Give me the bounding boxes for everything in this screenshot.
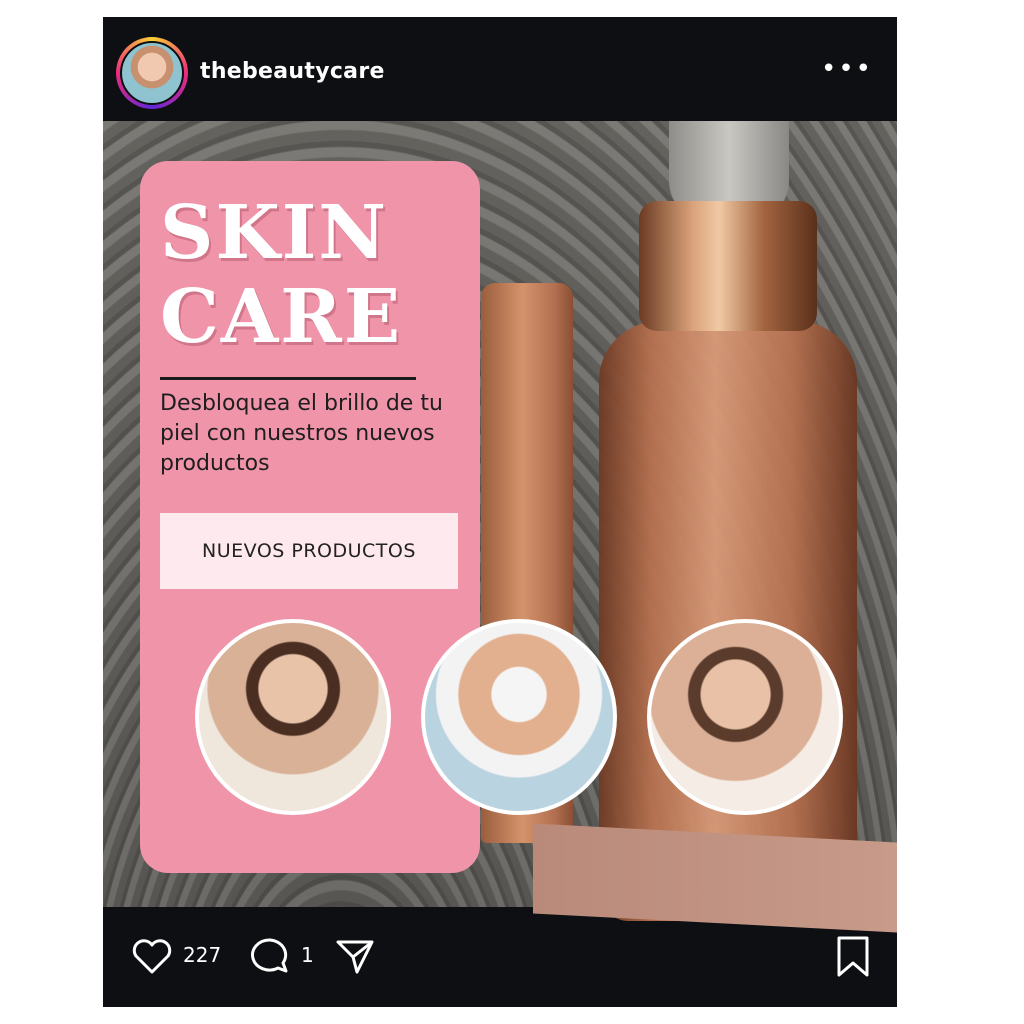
divider xyxy=(160,377,416,380)
headline: SKIN CARE xyxy=(160,190,403,360)
more-horizontal-icon[interactable]: ••• xyxy=(821,56,873,82)
like-count: 227 xyxy=(183,943,222,967)
share-icon[interactable] xyxy=(335,937,375,979)
heart-icon[interactable] xyxy=(131,937,173,979)
post-header: thebeautycare ••• xyxy=(103,17,897,121)
profile-avatar-ring[interactable] xyxy=(116,37,188,109)
model-photo-1 xyxy=(195,619,391,815)
bottle-collar-image xyxy=(639,201,817,331)
new-products-button[interactable]: NUEVOS PRODUCTOS xyxy=(160,513,458,589)
post-image[interactable]: SKIN CARE Desbloquea el brillo de tu pie… xyxy=(103,121,897,933)
bookmark-icon[interactable] xyxy=(835,935,871,983)
instagram-post: thebeautycare ••• SKIN CARE Desbloquea e… xyxy=(103,17,897,1007)
model-photo-2 xyxy=(421,619,617,815)
comment-count: 1 xyxy=(301,943,314,967)
product-box-image xyxy=(533,823,897,933)
username-link[interactable]: thebeautycare xyxy=(200,59,385,84)
avatar[interactable] xyxy=(120,41,184,105)
model-photo-3 xyxy=(647,619,843,815)
comment-icon[interactable] xyxy=(248,935,292,981)
tagline: Desbloquea el brillo de tu piel con nues… xyxy=(160,391,443,476)
